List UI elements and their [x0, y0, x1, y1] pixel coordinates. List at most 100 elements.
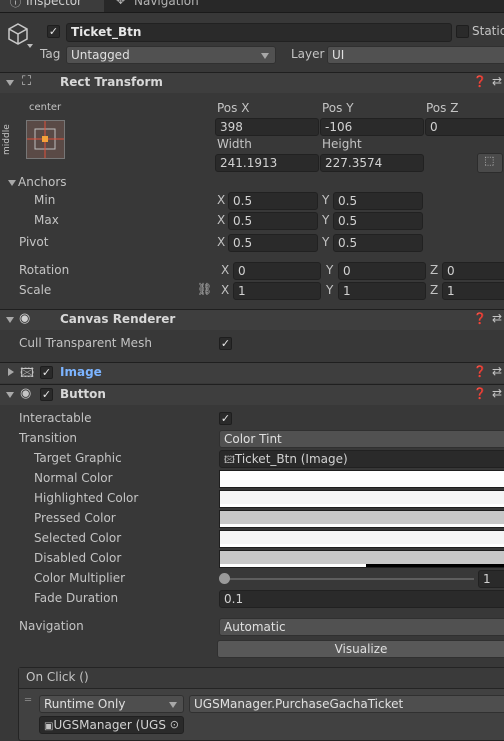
width-field[interactable]: 241.1913 — [215, 154, 319, 172]
normal-color-label: Normal Color — [34, 471, 113, 485]
tab-inspector[interactable]: ⓘ Inspector — [0, 0, 104, 12]
max-x-field[interactable]: 0.5 — [228, 212, 318, 230]
tab-inspector-label: Inspector — [26, 0, 82, 8]
rot-z-value: 0 — [447, 264, 455, 278]
blueprint-icon: ⬚ — [484, 154, 495, 167]
cull-checkbox[interactable]: ✓ — [219, 337, 232, 350]
max-y-field[interactable]: 0.5 — [333, 212, 423, 230]
pos-y-label: Pos Y — [322, 101, 354, 115]
image-component-icon: 🖾 — [20, 366, 35, 381]
help-icon[interactable]: ❓ — [473, 75, 487, 88]
function-dropdown[interactable]: UGSManager.PurchaseGachaTicket — [189, 695, 504, 713]
pos-z-label: Pos Z — [426, 101, 459, 115]
pos-x-field[interactable]: 398 — [215, 118, 319, 136]
runtime-mode-dropdown[interactable]: Runtime Only — [39, 695, 184, 713]
height-label: Height — [322, 137, 362, 151]
navigation-label: Navigation — [19, 619, 84, 633]
max-label: Max — [34, 213, 59, 227]
scale-y-field[interactable]: 1 — [338, 282, 426, 300]
scale-z-value: 1 — [447, 284, 455, 298]
navigation-dropdown[interactable]: Automatic — [219, 618, 504, 636]
target-object-field[interactable]: ▣UGSManager (UGS ⊙ — [39, 716, 184, 734]
active-checkbox[interactable]: ✓ — [47, 25, 60, 38]
pos-x-value: 398 — [220, 120, 243, 134]
drag-handle-icon[interactable]: ═ — [25, 695, 31, 706]
disabled-color-swatch[interactable] — [219, 550, 504, 568]
layer-label: Layer — [291, 47, 325, 61]
image-title: Image — [60, 365, 102, 379]
target-object-value: UGSManager (UGS — [53, 718, 166, 732]
presets-icon[interactable]: ⇄ — [492, 386, 502, 400]
static-label: Static — [472, 24, 504, 38]
pivot-y-field[interactable]: 0.5 — [333, 234, 423, 252]
foldout-arrow[interactable] — [8, 368, 14, 376]
anchor-preset-button[interactable] — [26, 120, 65, 159]
rect-transform-header[interactable]: ⛶ Rect Transform ❓ ⇄ — [0, 72, 504, 93]
rect-transform-title: Rect Transform — [60, 75, 163, 89]
color-multiplier-field[interactable]: 1 — [478, 570, 504, 588]
image-header[interactable]: 🖾 ✓ Image ❓ ⇄ — [0, 362, 504, 383]
fade-duration-value: 0.1 — [224, 592, 244, 606]
target-graphic-field[interactable]: 🖾Ticket_Btn (Image) — [219, 450, 504, 468]
anchor-preset-v: middle — [2, 124, 12, 155]
onclick-header: On Click () — [19, 668, 504, 689]
pos-z-field[interactable]: 0 — [425, 118, 504, 136]
visualize-button[interactable]: Visualize — [217, 640, 504, 658]
scale-y-axis: Y — [326, 283, 334, 297]
scale-x-value: 1 — [238, 284, 246, 298]
scale-x-field[interactable]: 1 — [233, 282, 321, 300]
link-icon[interactable]: ⛓ — [197, 282, 212, 296]
tag-dropdown[interactable]: Untagged — [66, 46, 276, 64]
rot-x-field[interactable]: 0 — [233, 262, 321, 280]
pos-y-field[interactable]: -106 — [320, 118, 424, 136]
max-y-value: 0.5 — [338, 214, 358, 228]
rot-z-field[interactable]: 0 — [442, 262, 504, 280]
min-x-value: 0.5 — [233, 194, 253, 208]
presets-icon[interactable]: ⇄ — [492, 364, 502, 378]
transition-dropdown[interactable]: Color Tint — [219, 430, 504, 448]
button-header[interactable]: ◉ ✓ Button ❓ ⇄ — [0, 384, 504, 405]
rot-y-axis: Y — [326, 263, 334, 277]
color-multiplier-slider-track[interactable] — [224, 578, 474, 580]
normal-color-swatch[interactable] — [219, 470, 504, 488]
scale-z-field[interactable]: 1 — [442, 282, 504, 300]
image-enabled-checkbox[interactable]: ✓ — [40, 366, 53, 379]
pressed-color-swatch[interactable] — [219, 510, 504, 528]
gameobject-name: Ticket_Btn — [71, 25, 142, 39]
button-enabled-checkbox[interactable]: ✓ — [40, 388, 53, 401]
target-graphic-value: Ticket_Btn (Image) — [234, 452, 348, 466]
gameobject-name-field[interactable]: Ticket_Btn — [66, 23, 452, 42]
icon-dropdown-arrow[interactable] — [27, 44, 33, 48]
help-icon[interactable]: ❓ — [473, 365, 487, 378]
chevron-down-icon — [169, 702, 177, 708]
min-y-field[interactable]: 0.5 — [333, 192, 423, 210]
help-icon[interactable]: ❓ — [473, 312, 487, 325]
min-x-field[interactable]: 0.5 — [228, 192, 318, 210]
min-label: Min — [34, 193, 56, 207]
tab-navigation[interactable]: ✥ Navigation — [110, 0, 220, 12]
canvas-renderer-header[interactable]: ◉ Canvas Renderer ❓ ⇄ — [0, 309, 504, 330]
fade-duration-field[interactable]: 0.1 — [219, 590, 504, 608]
rot-y-field[interactable]: 0 — [338, 262, 426, 280]
blueprint-mode-button[interactable]: ⬚ — [477, 153, 503, 173]
selected-color-swatch[interactable] — [219, 530, 504, 548]
foldout-arrow[interactable] — [6, 317, 14, 323]
highlighted-color-label: Highlighted Color — [34, 491, 139, 505]
static-checkbox[interactable] — [456, 25, 469, 38]
highlighted-color-swatch[interactable] — [219, 490, 504, 508]
anchors-foldout-arrow[interactable] — [8, 180, 16, 186]
anchor-preset-h: center — [29, 102, 62, 113]
visualize-label: Visualize — [334, 642, 388, 656]
presets-icon[interactable]: ⇄ — [492, 74, 502, 88]
presets-icon[interactable]: ⇄ — [492, 311, 502, 325]
color-multiplier-slider-handle[interactable] — [219, 573, 230, 584]
interactable-checkbox[interactable]: ✓ — [219, 412, 232, 425]
foldout-arrow[interactable] — [6, 392, 14, 398]
pivot-x-field[interactable]: 0.5 — [228, 234, 318, 252]
height-field[interactable]: 227.3574 — [320, 154, 424, 172]
object-picker-icon[interactable]: ⊙ — [170, 717, 179, 733]
layer-dropdown[interactable]: UI — [327, 46, 504, 64]
foldout-arrow[interactable] — [6, 80, 14, 86]
height-value: 227.3574 — [325, 156, 383, 170]
help-icon[interactable]: ❓ — [473, 387, 487, 400]
